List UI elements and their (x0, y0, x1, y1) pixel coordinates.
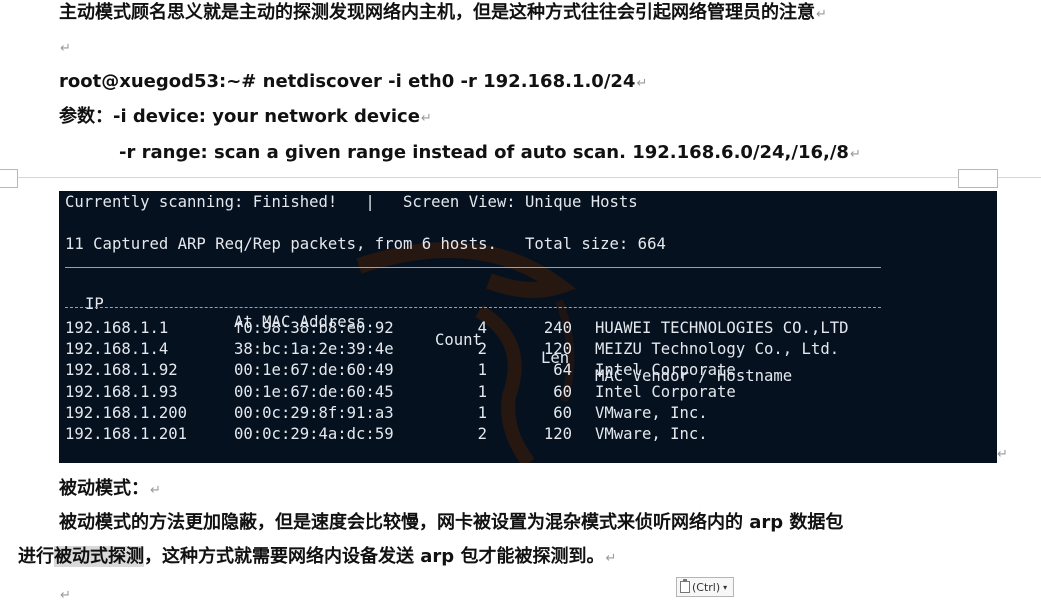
scan-status-line: Currently scanning: Finished! | Screen V… (65, 193, 638, 211)
cell-vendor: MEIZU Technology Co., Ltd. (595, 340, 840, 359)
highlighted-selection[interactable]: 被动式探测 (54, 546, 144, 567)
cell-mac: 00:1e:67:de:60:45 (234, 382, 394, 401)
command-line: root@xuegod53:~# netdiscover -i eth0 -r … (59, 71, 647, 95)
page-boundary-line (0, 177, 1041, 178)
cell-ip: 192.168.1.4 (65, 340, 169, 359)
passive-paragraph-line-2: 进行被动式探测，这种方式就需要网络内设备发送 arp 包才能被探测到。↵ (18, 546, 616, 570)
param-r-text: -r range: scan a given range instead of … (119, 142, 849, 163)
cell-len: 60 (553, 403, 572, 422)
cell-count: 2 (477, 340, 487, 359)
cell-mac: 38:bc:1a:2e:39:4e (234, 340, 394, 359)
passive-text-2-start: 进行 (18, 546, 54, 567)
chevron-down-icon: ▾ (723, 582, 728, 592)
cell-ip: 192.168.1.1 (65, 319, 169, 337)
header-top-rule (65, 267, 881, 268)
cell-ip: 192.168.1.92 (65, 361, 178, 380)
passive-text-1: 被动模式的方法更加隐蔽，但是速度会比较慢，网卡被设置为混杂模式来侦听网络内的 a… (59, 512, 844, 533)
table-row: 192.168.1.1 f0:98:38:b8:e0:92 4 240 HUAWEI T… (65, 319, 965, 337)
terminal-screenshot: Currently scanning: Finished! | Screen V… (59, 191, 997, 463)
cell-count: 1 (477, 361, 487, 380)
param-i-text: -i device: your network device (113, 106, 420, 127)
paragraph-mark-icon: ↵ (636, 76, 648, 91)
cell-count: 1 (477, 403, 487, 422)
cell-len: 64 (553, 361, 572, 380)
cell-mac: f0:98:38:b8:e0:92 (234, 319, 394, 337)
cell-mac: 00:1e:67:de:60:49 (234, 361, 394, 380)
paragraph-mark-icon: ↵ (60, 41, 71, 56)
empty-paragraph: ↵ (59, 583, 71, 607)
table-row: 192.168.1.200 00:0c:29:8f:91:a3 1 60 VMware,… (65, 404, 965, 422)
table-header: IP At MAC Address Count Len MAC Vendor /… (65, 277, 965, 385)
paragraph-mark-icon: ↵ (150, 483, 161, 498)
header-bottom-rule (65, 307, 881, 308)
col-header-ip: IP (85, 295, 104, 313)
paste-options-button[interactable]: (Ctrl) ▾ (676, 577, 734, 597)
right-margin-marker (958, 169, 998, 188)
cell-vendor: VMware, Inc. (595, 403, 708, 422)
passive-heading: 被动模式：↵ (59, 478, 161, 502)
cell-count: 1 (477, 382, 487, 401)
table-row: 192.168.1.93 00:1e:67:de:60:45 1 60 Intel Co… (65, 383, 965, 401)
cell-ip: 192.168.1.200 (65, 403, 188, 422)
table-row: 192.168.1.4 38:bc:1a:2e:39:4e 2 120 MEIZU Te… (65, 340, 965, 358)
paragraph-mark-icon: ↵ (60, 588, 71, 603)
paste-options-label: (Ctrl) (692, 580, 721, 594)
cell-len: 120 (543, 340, 572, 359)
table-row: 192.168.1.92 00:1e:67:de:60:49 1 64 Intel Co… (65, 361, 965, 379)
cell-vendor: HUAWEI TECHNOLOGIES CO.,LTD (595, 319, 849, 337)
paragraph-mark-icon: ↵ (605, 551, 617, 566)
cell-mac: 00:0c:29:4a:dc:59 (234, 425, 394, 443)
paragraph-mark-icon: ↵ (816, 7, 827, 22)
cell-len: 120 (543, 425, 572, 443)
paragraph-mark-icon: ↵ (997, 447, 1008, 462)
empty-paragraph: ↵ (59, 36, 71, 60)
cell-ip: 192.168.1.201 (65, 425, 188, 443)
cell-vendor: Intel Corporate (595, 361, 736, 380)
command-text: root@xuegod53:~# netdiscover -i eth0 -r … (59, 71, 636, 92)
table-row: 192.168.1.201 00:0c:29:4a:dc:59 2 120 VMware… (65, 425, 965, 443)
params-label: 参数： (59, 106, 113, 127)
clipboard-icon (680, 579, 690, 593)
passive-text-2-end: ，这种方式就需要网络内设备发送 arp 包才能被探测到。 (144, 546, 605, 567)
cell-vendor: VMware, Inc. (595, 425, 708, 443)
paragraph-mark-icon: ↵ (849, 147, 861, 162)
cell-vendor: Intel Corporate (595, 382, 736, 401)
cell-len: 60 (553, 382, 572, 401)
intro-paragraph: 主动模式顾名思义就是主动的探测发现网络内主机，但是这种方式往往会引起网络管理员的… (59, 2, 827, 26)
cell-count: 2 (477, 425, 487, 443)
passive-heading-text: 被动模式： (59, 478, 149, 499)
cell-count: 4 (477, 319, 487, 337)
param-i-line: 参数：-i device: your network device↵ (59, 106, 432, 130)
cell-mac: 00:0c:29:8f:91:a3 (234, 403, 394, 422)
paragraph-mark-icon: ↵ (420, 111, 432, 126)
param-r-line: -r range: scan a given range instead of … (119, 142, 861, 166)
capture-summary-line: 11 Captured ARP Req/Rep packets, from 6 … (65, 235, 666, 253)
cell-ip: 192.168.1.93 (65, 382, 178, 401)
cell-len: 240 (543, 319, 572, 337)
left-margin-marker (0, 169, 18, 188)
passive-paragraph-line-1: 被动模式的方法更加隐蔽，但是速度会比较慢，网卡被设置为混杂模式来侦听网络内的 a… (59, 512, 843, 534)
intro-text: 主动模式顾名思义就是主动的探测发现网络内主机，但是这种方式往往会引起网络管理员的… (59, 2, 815, 23)
